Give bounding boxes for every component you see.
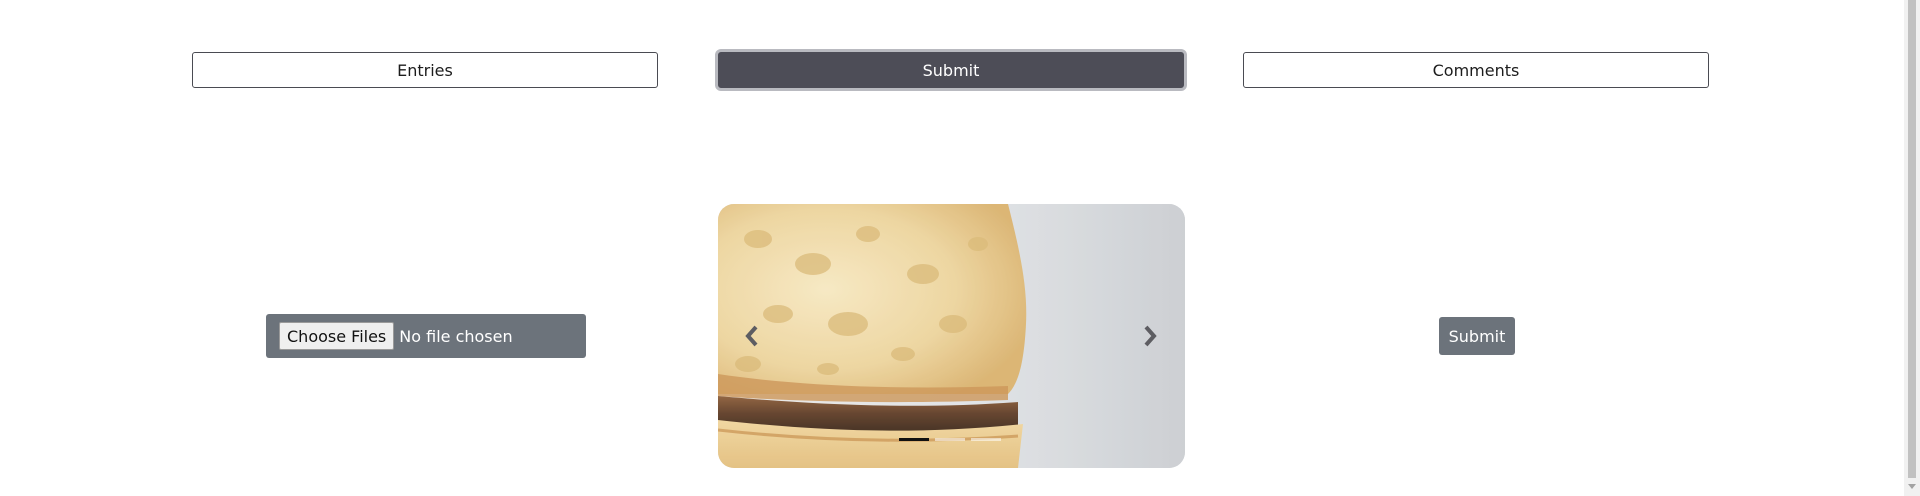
carousel-indicators [899, 438, 1001, 441]
submit-nav-button[interactable]: Submit [718, 52, 1184, 88]
scroll-down-arrow-icon[interactable] [1908, 484, 1916, 489]
carousel-prev-button[interactable] [736, 320, 768, 352]
file-status-text: No file chosen [399, 326, 513, 346]
vertical-scrollbar[interactable] [1904, 0, 1920, 496]
choose-files-button[interactable]: Choose Files [279, 322, 395, 350]
image-carousel [718, 204, 1185, 468]
submit-button[interactable]: Submit [1439, 317, 1515, 355]
file-upload-field[interactable]: Choose Files No file chosen [266, 314, 586, 358]
scrollbar-thumb[interactable] [1908, 0, 1916, 478]
entries-nav-button[interactable]: Entries [192, 52, 658, 88]
chevron-right-icon [1144, 325, 1157, 347]
carousel-indicator-2[interactable] [935, 438, 965, 441]
carousel-next-button[interactable] [1134, 320, 1166, 352]
carousel-indicator-1[interactable] [899, 438, 929, 441]
carousel-indicator-3[interactable] [971, 438, 1001, 441]
chevron-left-icon [745, 325, 758, 347]
croissant-photo [718, 204, 1185, 468]
comments-nav-button[interactable]: Comments [1243, 52, 1709, 88]
